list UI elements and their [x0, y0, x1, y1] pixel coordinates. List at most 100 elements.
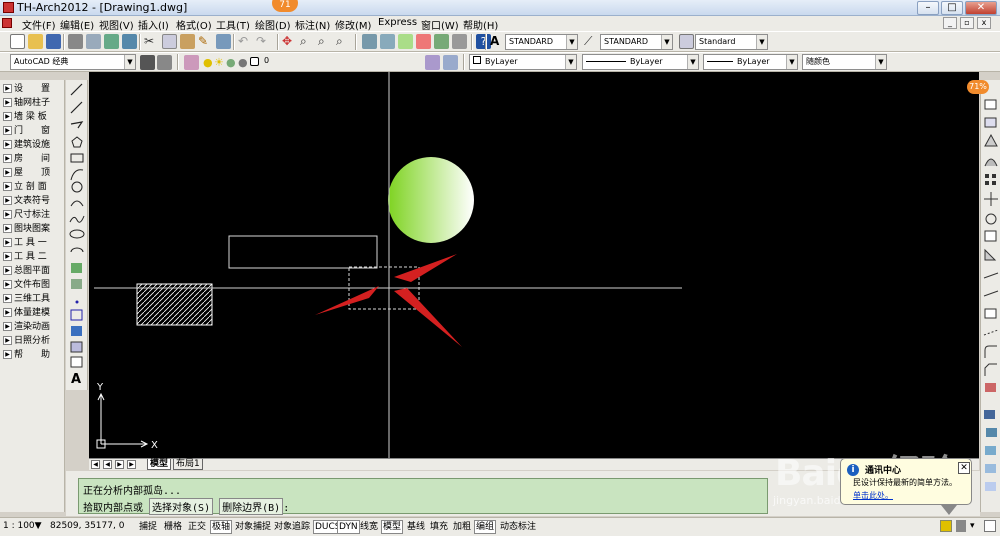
sheet-set-icon[interactable] — [416, 34, 431, 49]
workspace-select[interactable]: AutoCAD 经典 ▼ — [10, 54, 136, 70]
doc-restore-button[interactable]: ▫ — [960, 17, 974, 29]
layer-select[interactable]: 0 — [261, 54, 416, 70]
menu-file[interactable]: 文件(F) — [22, 17, 56, 32]
linetype-select[interactable]: ByLayer ▼ — [582, 54, 699, 70]
region-icon[interactable] — [70, 341, 83, 353]
plotstyle-select[interactable]: 随颜色 ▼ — [802, 54, 887, 70]
rectangle-shape[interactable] — [228, 235, 378, 269]
make-current-icon[interactable] — [425, 55, 440, 70]
th-item-site-plan[interactable]: ▶ 总图平面 — [2, 265, 63, 278]
offset-icon[interactable] — [984, 158, 998, 167]
tool-palettes-icon[interactable] — [398, 34, 413, 49]
zoom-realtime-icon[interactable]: ⌕ — [300, 34, 315, 49]
menu-format[interactable]: 格式(O) — [176, 17, 212, 32]
gradient-circle[interactable] — [388, 157, 474, 243]
gradient-icon[interactable] — [71, 326, 82, 336]
help-icon[interactable]: ? — [476, 34, 491, 49]
toggle-group[interactable]: 编组 — [474, 520, 497, 534]
ellipse-arc-icon[interactable] — [70, 247, 84, 253]
toggle-bold[interactable]: 加粗 — [451, 520, 473, 534]
draw-order-below-icon[interactable] — [985, 482, 996, 491]
explode-icon[interactable] — [985, 383, 996, 392]
toggle-grid[interactable]: 栅格 — [162, 520, 184, 534]
bubble-link[interactable]: 单击此处。 — [853, 490, 893, 501]
toggle-snap[interactable]: 捕捉 — [137, 520, 159, 534]
text-style-select[interactable]: STANDARD ▼ — [505, 34, 578, 50]
tab-last-button[interactable]: ▶ — [127, 460, 136, 469]
lineweight-select[interactable]: ByLayer ▼ — [703, 54, 798, 70]
calculator-icon[interactable] — [452, 34, 467, 49]
ellipse-icon[interactable] — [69, 229, 85, 239]
spline-icon[interactable] — [69, 215, 85, 223]
th-item-mass-modeling[interactable]: ▶ 体量建模 — [2, 307, 63, 320]
tab-model[interactable]: 模型 — [147, 459, 172, 470]
bubble-close-button[interactable]: ✕ — [958, 462, 970, 474]
mirror-icon[interactable] — [984, 133, 998, 147]
toggle-polar[interactable]: 极轴 — [210, 520, 233, 534]
table-icon[interactable] — [70, 356, 83, 368]
workspace-settings-icon[interactable] — [140, 55, 155, 70]
print-icon[interactable] — [68, 34, 83, 49]
toggle-baseline[interactable]: 基线 — [405, 520, 427, 534]
multiline-text-icon[interactable]: A — [71, 372, 81, 387]
draw-order-back-icon[interactable] — [985, 446, 996, 455]
break-at-point-icon[interactable] — [984, 308, 997, 319]
drawing-canvas[interactable]: Y X — [89, 72, 979, 458]
th-item-roof[interactable]: ▶ 屋 顶 — [2, 167, 63, 180]
toggle-dyn[interactable]: DYN — [337, 520, 360, 534]
warning-icon[interactable] — [940, 520, 952, 532]
block-editor-icon[interactable] — [216, 34, 231, 49]
menu-edit[interactable]: 编辑(E) — [60, 17, 94, 32]
rectangle-icon[interactable] — [70, 153, 84, 163]
redo-icon[interactable]: ↷ — [256, 34, 271, 49]
tab-first-button[interactable]: ◀ — [91, 460, 100, 469]
close-button[interactable]: ✕ — [965, 1, 997, 15]
revision-cloud-icon[interactable] — [70, 200, 84, 207]
tab-next-button[interactable]: ▶ — [115, 460, 124, 469]
stretch-icon[interactable] — [984, 248, 997, 261]
move-icon[interactable] — [984, 192, 998, 206]
toggle-dynamic-dim[interactable]: 动态标注 — [498, 520, 538, 534]
table-style-icon[interactable] — [679, 34, 694, 49]
extend-icon[interactable] — [983, 290, 999, 297]
toggle-osnap[interactable]: 对象捕捉 — [233, 520, 273, 534]
markup-icon[interactable] — [434, 34, 449, 49]
th-item-text-symbols[interactable]: ▶ 文表符号 — [2, 195, 63, 208]
remove-boundaries-option[interactable]: 删除边界(B) — [219, 498, 284, 515]
toggle-ortho[interactable]: 正交 — [186, 520, 208, 534]
chamfer-icon[interactable] — [984, 363, 997, 376]
pan-icon[interactable]: ✥ — [282, 34, 297, 49]
color-select[interactable]: ByLayer ▼ — [469, 54, 577, 70]
rotate-icon[interactable] — [985, 213, 997, 225]
menu-insert[interactable]: 插入(I) — [138, 17, 169, 32]
polyline-icon[interactable] — [70, 121, 84, 129]
menu-help[interactable]: 帮助(H) — [463, 17, 498, 32]
cut-icon[interactable]: ✂ — [144, 34, 159, 49]
tab-prev-button[interactable]: ◀ — [103, 460, 112, 469]
menu-tools[interactable]: 工具(T) — [216, 17, 250, 32]
command-window[interactable]: 正在分析内部孤岛... 拾取内部点或 选择对象(S) 删除边界(B): — [78, 478, 768, 515]
th-item-rooms[interactable]: ▶ 房 间 — [2, 153, 63, 166]
doc-minimize-button[interactable]: _ — [943, 17, 957, 29]
draw-order-icon[interactable] — [984, 410, 995, 419]
doc-close-button[interactable]: x — [977, 17, 991, 29]
trim-icon[interactable] — [983, 272, 999, 279]
workspace-save-icon[interactable] — [157, 55, 172, 70]
toggle-lineweight[interactable]: 线宽 — [358, 520, 380, 534]
th-item-tools-2[interactable]: ▶ 工 具 二 — [2, 251, 63, 264]
preview-icon[interactable] — [86, 34, 101, 49]
design-center-icon[interactable] — [380, 34, 395, 49]
maximize-button[interactable]: □ — [941, 1, 963, 15]
lock-icon[interactable] — [956, 520, 966, 532]
select-objects-option[interactable]: 选择对象(S) — [149, 498, 214, 515]
scale-icon[interactable] — [984, 230, 997, 242]
clean-screen-icon[interactable] — [984, 520, 996, 532]
dim-style-select[interactable]: STANDARD ▼ — [600, 34, 673, 50]
th-item-doors-windows[interactable]: ▶ 门 窗 — [2, 125, 63, 138]
layer-manager-icon[interactable] — [184, 55, 199, 70]
make-block-icon[interactable] — [71, 279, 82, 289]
insert-block-icon[interactable] — [71, 263, 82, 273]
array-icon[interactable] — [985, 174, 989, 178]
th-item-facilities[interactable]: ▶ 建筑设施 — [2, 139, 63, 152]
menu-dimension[interactable]: 标注(N) — [295, 17, 330, 32]
